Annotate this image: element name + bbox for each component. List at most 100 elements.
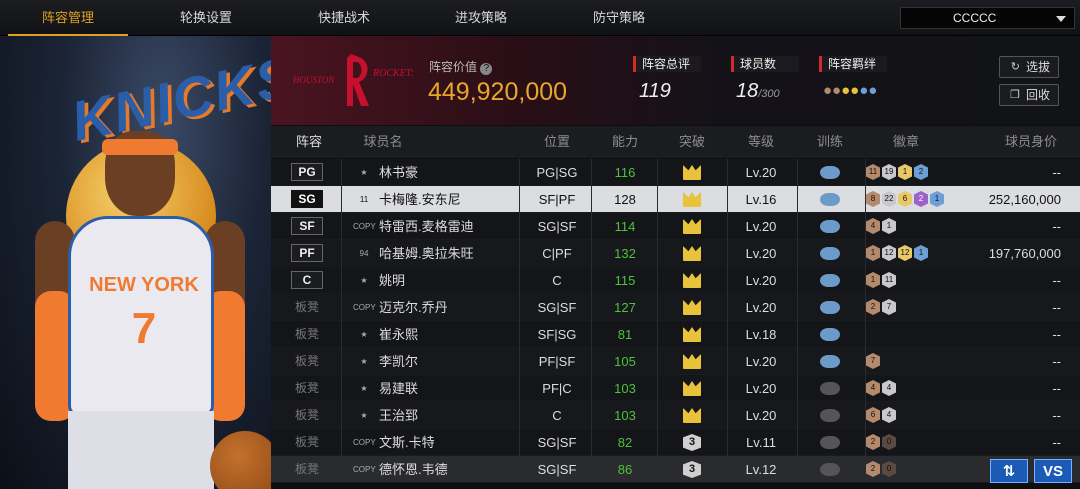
- player-position: C: [552, 408, 562, 423]
- table-row[interactable]: SG 11 卡梅隆.安东尼 SF|PF 128 Lv.16 8 22 6 2 1 252,160,00…: [271, 186, 1080, 213]
- player-name[interactable]: 德怀恩.韦德: [379, 456, 529, 483]
- player-tag: ★: [360, 276, 368, 285]
- player-ability: 115: [614, 273, 636, 288]
- player-name[interactable]: 李凯尔: [379, 348, 529, 375]
- player-name[interactable]: 崔永熙: [379, 321, 529, 348]
- crown-icon: [683, 408, 701, 423]
- table-row[interactable]: PF 94 哈基姆.奥拉朱旺 C|PF 132 Lv.20 1 12 12 1 197,760,00…: [271, 240, 1080, 267]
- training-icon[interactable]: [820, 355, 840, 368]
- table-row[interactable]: 板凳 COPY 迈克尔.乔丹 SG|SF 127 Lv.20 2 7 --: [271, 294, 1080, 321]
- player-name[interactable]: 易建联: [379, 375, 529, 402]
- player-market-value: --: [1052, 327, 1061, 342]
- training-icon[interactable]: [820, 328, 840, 341]
- slot-badge: 板凳: [294, 354, 319, 368]
- badge-icon: 2: [866, 299, 880, 315]
- swap-button[interactable]: ⇅: [990, 459, 1028, 483]
- training-icon[interactable]: [820, 409, 840, 422]
- badge-icon: 11: [866, 164, 880, 180]
- training-icon[interactable]: [820, 436, 840, 449]
- player-level: Lv.16: [745, 192, 777, 207]
- player-ability: 103: [614, 408, 636, 423]
- player-ability: 82: [617, 435, 633, 450]
- tab-defense[interactable]: 防守策略: [559, 0, 679, 36]
- badge-icon: 4: [882, 380, 896, 396]
- player-name[interactable]: 王治郅: [379, 402, 529, 429]
- col-slot: 阵容: [295, 134, 322, 149]
- bond-icons[interactable]: ●●●●●●: [823, 82, 877, 99]
- select-button[interactable]: ↻ 选拔: [999, 56, 1059, 78]
- player-name[interactable]: 卡梅隆.安东尼: [379, 186, 529, 213]
- table-row[interactable]: 板凳 COPY 文斯.卡特 SG|SF 82 3 Lv.11 2 0 --: [271, 429, 1080, 456]
- table-row[interactable]: 板凳 ★ 王治郅 C 103 Lv.20 6 4 --: [271, 402, 1080, 429]
- col-training: 训练: [816, 134, 843, 149]
- player-market-value: 252,160,000: [988, 192, 1061, 207]
- tab-lineup[interactable]: 阵容管理: [8, 0, 128, 36]
- player-tag: COPY: [353, 222, 376, 231]
- team-summary-panel: HOUSTON ROCKETS 阵容价值 ? 449,920,000 阵容总评 …: [271, 36, 1080, 125]
- player-level: Lv.20: [745, 219, 777, 234]
- player-market-value: --: [1052, 408, 1061, 423]
- rating-label: 阵容总评: [633, 56, 701, 72]
- tab-rotation[interactable]: 轮换设置: [146, 0, 266, 36]
- col-ability: 能力: [611, 134, 638, 149]
- player-position: SF|PF: [538, 192, 576, 207]
- vs-button[interactable]: VS: [1034, 459, 1072, 483]
- table-header: 阵容 球员名 位置 能力 突破 等级 训练 徽章 球员身价: [271, 126, 1080, 158]
- player-name[interactable]: 特雷西.麦格雷迪: [379, 213, 529, 240]
- player-position: SG|SF: [537, 219, 577, 234]
- player-tag: 11: [359, 195, 369, 204]
- training-icon[interactable]: [820, 274, 840, 287]
- badge-icon: 1: [882, 218, 896, 234]
- table-row[interactable]: SF COPY 特雷西.麦格雷迪 SG|SF 114 Lv.20 4 1 --: [271, 213, 1080, 240]
- table-row[interactable]: 板凳COPY德怀恩.韦德SG|SF863Lv.1220--: [271, 456, 1080, 483]
- training-icon[interactable]: [820, 166, 840, 179]
- crown-icon: [683, 354, 701, 369]
- badge-icon: 2: [866, 461, 880, 477]
- player-name[interactable]: 姚明: [379, 267, 529, 294]
- player-level: Lv.18: [745, 327, 777, 342]
- tab-quick-tactics[interactable]: 快捷战术: [284, 0, 404, 36]
- player-name[interactable]: 哈基姆.奥拉朱旺: [379, 240, 529, 267]
- badge-icon: 7: [882, 299, 896, 315]
- col-name: 球员名: [363, 134, 403, 149]
- crown-icon: [683, 246, 701, 261]
- help-icon[interactable]: ?: [480, 63, 493, 75]
- table-row[interactable]: 板凳 ★ 崔永熙 SF|SG 81 Lv.18 --: [271, 321, 1080, 348]
- player-tag: COPY: [353, 438, 376, 447]
- tab-offense[interactable]: 进攻策略: [421, 0, 541, 36]
- badge-icon: 2: [866, 434, 880, 450]
- lineup-dropdown[interactable]: CCCCC: [900, 7, 1075, 29]
- player-market-value: --: [1052, 354, 1061, 369]
- training-icon[interactable]: [820, 382, 840, 395]
- player-level: Lv.20: [745, 381, 777, 396]
- player-position: PF|SF: [538, 354, 576, 369]
- team-value: 449,920,000: [428, 78, 568, 106]
- table-row[interactable]: C ★ 姚明 C 115 Lv.20 1 11 --: [271, 267, 1080, 294]
- player-position: SF|SG: [537, 327, 577, 342]
- crown-icon: [683, 165, 701, 180]
- players-count: 18/300: [736, 80, 780, 102]
- player-tag: ★: [360, 330, 368, 339]
- table-row[interactable]: PG ★ 林书豪 PG|SG 116 Lv.20 11 19 1 2 --: [271, 159, 1080, 186]
- col-value: 球员身价: [1004, 134, 1057, 149]
- table-row[interactable]: 板凳 ★ 易建联 PF|C 103 Lv.20 4 4 --: [271, 375, 1080, 402]
- training-icon[interactable]: [820, 193, 840, 206]
- training-icon[interactable]: [820, 220, 840, 233]
- player-market-value: --: [1052, 165, 1061, 180]
- slot-badge: SF: [291, 217, 323, 235]
- bond-icon-bronze: ●●: [823, 82, 842, 99]
- training-icon[interactable]: [820, 463, 840, 476]
- crown-icon: [683, 327, 701, 342]
- slot-badge: PG: [291, 163, 323, 181]
- training-icon[interactable]: [820, 301, 840, 314]
- bond-icon-blue: ●●: [859, 82, 878, 99]
- player-level: Lv.12: [745, 462, 777, 477]
- badge-icon: 1: [866, 245, 880, 261]
- player-name[interactable]: 文斯.卡特: [379, 429, 529, 456]
- player-name[interactable]: 迈克尔.乔丹: [379, 294, 529, 321]
- slot-badge: C: [291, 271, 323, 289]
- table-row[interactable]: 板凳 ★ 李凯尔 PF|SF 105 Lv.20 7 --: [271, 348, 1080, 375]
- training-icon[interactable]: [820, 247, 840, 260]
- recycle-button[interactable]: ❐ 回收: [999, 84, 1059, 106]
- player-name[interactable]: 林书豪: [379, 159, 529, 186]
